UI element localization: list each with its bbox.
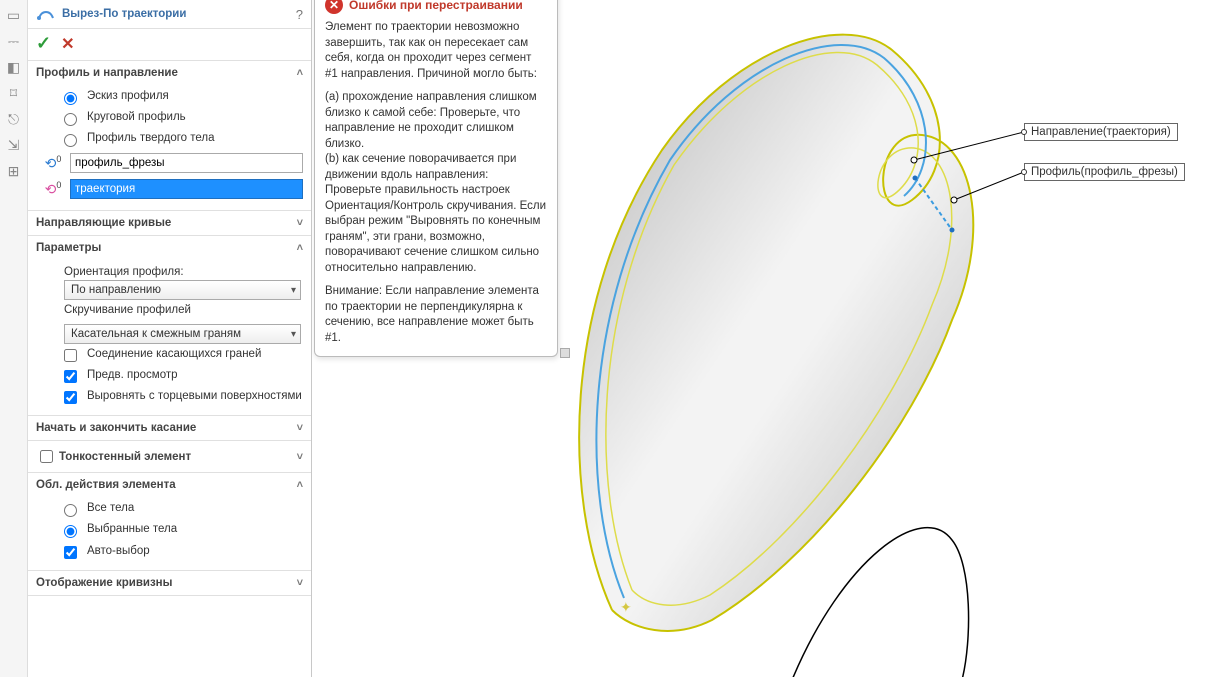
path-slot-icon: ⟲0 [42, 180, 64, 198]
check-merge-tangent[interactable]: Соединение касающихся граней [36, 344, 303, 365]
callout-anchor-icon [1021, 129, 1027, 135]
error-paragraph: (b) как сечение поворачивается при движе… [325, 152, 547, 276]
toolbar-icon-6[interactable]: ⇲ [5, 136, 23, 154]
callout-label: Направление(траектория) [1031, 126, 1171, 138]
panel-header: Вырез-По траектории ? [28, 0, 311, 29]
check-auto-select[interactable]: Авто-выбор [36, 541, 303, 562]
twist-label: Скручивание профилей [36, 300, 303, 318]
panel-actions: ✓ ✕ [28, 29, 311, 61]
profile-input[interactable] [70, 153, 303, 173]
section-header-curvature[interactable]: Отображение кривизны ˅ [28, 571, 311, 595]
toolbar-icon-5[interactable]: ⎋ [5, 110, 23, 128]
radio-sketch-profile[interactable]: Эскиз профиля [36, 87, 303, 108]
select-value: Касательная к смежным граням [71, 328, 241, 340]
swept-cut-icon [36, 4, 56, 24]
section-title: Тонкостенный элемент [59, 451, 297, 463]
orientation-select[interactable]: По направлению ▾ [64, 280, 301, 300]
error-title: Ошибки при перестраивании [349, 0, 523, 13]
chevron-up-icon: ˄ [297, 479, 303, 491]
error-paragraph: Внимание: Если направление элемента по т… [325, 284, 547, 346]
section-title: Параметры [36, 242, 297, 254]
profile-slot-icon: ⟲0 [42, 154, 64, 172]
profile-input-row: ⟲0 [36, 150, 303, 176]
popup-resize-handle[interactable] [560, 348, 570, 358]
chevron-up-icon: ˄ [297, 242, 303, 254]
toolbar-icon-7[interactable]: ⊞ [5, 162, 23, 180]
direction-arrow-icon: ✦ [620, 599, 632, 615]
orientation-label: Ориентация профиля: [36, 262, 303, 280]
section-start-end: Начать и закончить касание ˅ [28, 416, 311, 441]
checkbox-label: Соединение касающихся граней [87, 347, 261, 361]
radio-label: Выбранные тела [87, 523, 177, 535]
section-header-profile[interactable]: Профиль и направление ˄ [28, 61, 311, 85]
twist-select[interactable]: Касательная к смежным граням ▾ [64, 324, 301, 344]
feature-title: Вырез-По траектории [62, 8, 296, 20]
toolbar-icon-1[interactable]: ▭ [5, 6, 23, 24]
check-align-end[interactable]: Выровнять с торцевыми поверхностями [36, 386, 303, 407]
select-value: По направлению [71, 284, 161, 296]
check-preview[interactable]: Предв. просмотр [36, 365, 303, 386]
checkbox-label: Авто-выбор [87, 544, 150, 558]
cancel-button[interactable]: ✕ [61, 34, 74, 54]
radio-solid-profile[interactable]: Профиль твердого тела [36, 129, 303, 150]
chevron-down-icon: ˅ [297, 451, 303, 463]
section-title: Профиль и направление [36, 67, 297, 79]
property-panel: Вырез-По траектории ? ✓ ✕ Профиль и напр… [28, 0, 312, 677]
section-header-scope[interactable]: Обл. действия элемента ˄ [28, 473, 311, 497]
section-header-thin[interactable]: Тонкостенный элемент ˅ [28, 441, 311, 472]
callout-profile[interactable]: Профиль(профиль_фрезы) [1024, 163, 1185, 181]
ok-button[interactable]: ✓ [36, 33, 51, 54]
section-title: Направляющие кривые [36, 217, 297, 229]
chevron-down-icon: ˅ [297, 422, 303, 434]
sketch-curve [792, 528, 969, 677]
radio-label: Эскиз профиля [87, 90, 169, 102]
chevron-down-icon: ˅ [297, 217, 303, 229]
callout-anchor-icon [1021, 169, 1027, 175]
section-header-start-end[interactable]: Начать и закончить касание ˅ [28, 416, 311, 440]
section-guide-curves: Направляющие кривые ˅ [28, 211, 311, 236]
section-profile-direction: Профиль и направление ˄ Эскиз профиля Кр… [28, 61, 311, 211]
error-paragraph: (а) прохождение направления слишком близ… [325, 90, 547, 152]
dropdown-arrow-icon: ▾ [291, 285, 296, 296]
toolbar-icon-2[interactable]: ⎓ [5, 32, 23, 50]
toolbar-icon-4[interactable]: ⌑ [5, 84, 23, 102]
radio-all-bodies[interactable]: Все тела [36, 499, 303, 520]
path-input[interactable] [70, 179, 303, 199]
radio-circular-profile[interactable]: Круговой профиль [36, 108, 303, 129]
thin-checkbox[interactable] [40, 450, 53, 463]
graphics-viewport[interactable]: ✦ Направление(траектория) Профиль(профил… [312, 0, 1210, 677]
checkbox-label: Выровнять с торцевыми поверхностями [87, 389, 302, 403]
checkbox-label: Предв. просмотр [87, 368, 178, 382]
section-header-guides[interactable]: Направляющие кривые ˅ [28, 211, 311, 235]
radio-selected-bodies[interactable]: Выбранные тела [36, 520, 303, 541]
rebuild-error-popup: ✕ Ошибки при перестраивании Элемент по т… [314, 0, 558, 357]
chevron-up-icon: ˄ [297, 67, 303, 79]
radio-label: Все тела [87, 502, 134, 514]
callout-label: Профиль(профиль_фрезы) [1031, 166, 1178, 178]
radio-label: Профиль твердого тела [87, 132, 215, 144]
section-title: Обл. действия элемента [36, 479, 297, 491]
path-input-row: ⟲0 [36, 176, 303, 202]
toolbar-icon-3[interactable]: ◧ [5, 58, 23, 76]
section-thin: Тонкостенный элемент ˅ [28, 441, 311, 473]
dropdown-arrow-icon: ▾ [291, 329, 296, 340]
section-title: Начать и закончить касание [36, 422, 297, 434]
section-scope: Обл. действия элемента ˄ Все тела Выбран… [28, 473, 311, 571]
error-paragraph: Элемент по траектории невозможно заверши… [325, 20, 547, 82]
section-curvature: Отображение кривизны ˅ [28, 571, 311, 596]
section-header-params[interactable]: Параметры ˄ [28, 236, 311, 260]
chevron-down-icon: ˅ [297, 577, 303, 589]
radio-label: Круговой профиль [87, 111, 186, 123]
callout-direction[interactable]: Направление(траектория) [1024, 123, 1178, 141]
help-icon[interactable]: ? [296, 7, 303, 22]
error-icon: ✕ [325, 0, 343, 14]
left-toolbar: ▭ ⎓ ◧ ⌑ ⎋ ⇲ ⊞ [0, 0, 28, 677]
section-parameters: Параметры ˄ Ориентация профиля: По напра… [28, 236, 311, 416]
section-title: Отображение кривизны [36, 577, 297, 589]
